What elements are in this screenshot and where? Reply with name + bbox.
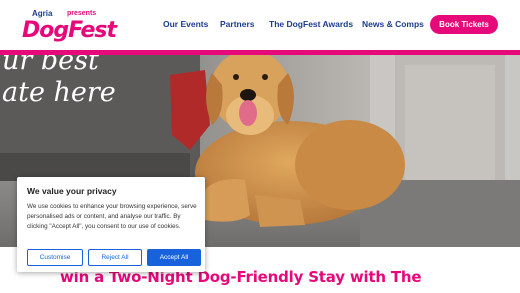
reject-all-button[interactable]: Reject All bbox=[88, 249, 142, 266]
nav-news-comps[interactable]: News & Comps bbox=[362, 19, 424, 29]
nav-our-events[interactable]: Our Events bbox=[163, 19, 208, 29]
site-header: Agria presents DogFest Our Events Partne… bbox=[0, 0, 520, 50]
nav-dogfest-awards[interactable]: The DogFest Awards bbox=[269, 19, 353, 29]
hero-headline-line2: ate here bbox=[2, 77, 116, 108]
dogfest-logo[interactable]: Agria presents DogFest bbox=[22, 9, 117, 45]
customise-button[interactable]: Customise bbox=[27, 249, 83, 266]
logo-sponsor: Agria bbox=[32, 9, 53, 18]
book-tickets-button[interactable]: Book Tickets bbox=[430, 15, 498, 34]
accept-all-button[interactable]: Accept All bbox=[147, 249, 201, 266]
logo-presents: presents bbox=[67, 10, 97, 17]
nav-partners[interactable]: Partners bbox=[220, 19, 255, 29]
cookie-title: We value your privacy bbox=[27, 186, 117, 196]
hero-headline-line1: ur best bbox=[2, 55, 99, 76]
cookie-body: We use cookies to enhance your browsing … bbox=[27, 203, 197, 230]
logo-brand: DogFest bbox=[22, 18, 117, 43]
cookie-consent-banner: We value your privacy We use cookies to … bbox=[17, 177, 205, 272]
